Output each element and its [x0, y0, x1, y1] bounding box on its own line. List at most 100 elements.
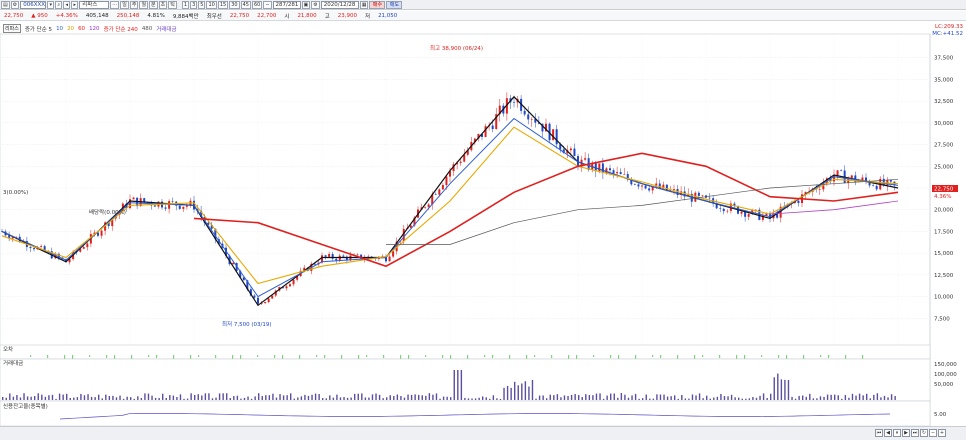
volume-bar — [471, 398, 473, 400]
pane2-bar — [215, 355, 217, 358]
period-week-button[interactable]: 주 — [129, 0, 139, 9]
next-stock-icon[interactable]: ▸ — [71, 0, 79, 9]
prev-icon[interactable]: ◀ — [884, 429, 892, 437]
candle-body — [424, 207, 427, 208]
sell-button[interactable]: 매도 — [386, 0, 403, 9]
candle-body — [694, 192, 697, 202]
count-field[interactable]: 287/281 — [272, 0, 301, 9]
period-minute-button[interactable]: 분 — [149, 0, 158, 9]
prev-stock-icon[interactable]: ◂ — [63, 0, 71, 9]
candle-body — [722, 208, 725, 212]
pane2-bar — [484, 355, 486, 357]
stock-name-field[interactable]: 리파스 — [79, 0, 110, 9]
best-ask: 22,750 — [229, 12, 250, 19]
last-icon[interactable]: ⏭ — [911, 429, 919, 437]
volume-bar — [94, 397, 96, 400]
candle-body — [527, 114, 530, 120]
volume-bar — [211, 398, 214, 400]
pane2-bar — [677, 355, 679, 359]
lookup-icon[interactable]: ⋯ — [110, 0, 120, 9]
volume-bar — [702, 398, 704, 400]
volume-bar — [755, 397, 758, 400]
price-change: ▲ 950 — [31, 12, 48, 19]
volume-tick-label: 150,000 — [934, 362, 957, 368]
pane2-bar — [282, 355, 284, 359]
dropdown-icon[interactable]: ▾ — [47, 0, 55, 9]
volume-bar — [307, 395, 310, 400]
volume-bar — [130, 397, 132, 400]
next-icon[interactable]: ▶ — [902, 429, 910, 437]
volume-bar — [876, 393, 879, 400]
minute-3-button[interactable]: 3 — [190, 0, 198, 9]
pane2-bar — [30, 355, 32, 357]
candle-body — [33, 248, 35, 250]
volume-bar — [883, 395, 886, 400]
zoom-in-icon[interactable]: + — [938, 429, 946, 437]
buy-button[interactable]: 매수 — [369, 0, 386, 9]
minute-45-button[interactable]: 45 — [240, 0, 251, 9]
volume-bar — [570, 394, 573, 400]
pane2-bar — [736, 355, 738, 359]
first-icon[interactable]: ⏮ — [875, 429, 883, 437]
calendar-icon[interactable]: ▦ — [359, 0, 369, 9]
minute-30-button[interactable]: 30 — [229, 0, 240, 9]
volume-bar — [58, 393, 61, 400]
menu-icon[interactable]: ▤ — [1, 0, 10, 9]
volume-bar — [158, 397, 160, 400]
pane2-bar — [778, 355, 780, 358]
candle-body — [29, 247, 32, 249]
volume-bar — [183, 398, 185, 400]
pause-icon[interactable]: ⏸ — [893, 429, 901, 437]
candle-body — [40, 246, 43, 247]
volume-bar — [421, 395, 423, 400]
refresh-icon[interactable]: ↻ — [920, 429, 928, 437]
pane2-frame — [0, 344, 931, 360]
pane2-label: 오차 — [3, 347, 14, 353]
y-tick-label: 12,500 — [934, 273, 954, 279]
period-tick-button[interactable]: 틱 — [168, 0, 177, 9]
price-chart[interactable]: 7,50010,00012,50015,00017,50020,00022,50… — [0, 22, 966, 440]
volume-bar — [752, 397, 754, 400]
stepper-minus-icon[interactable]: − — [263, 0, 272, 9]
volume-bar — [759, 395, 761, 400]
volume-bar — [489, 398, 491, 400]
candle-body — [726, 210, 729, 212]
high-prefix: 고 — [324, 13, 330, 20]
volume-bar — [375, 393, 377, 400]
search-icon[interactable]: ⌕ — [55, 0, 63, 9]
volume-bar — [450, 397, 452, 400]
quote-bar: 22,750 ▲ 950 +4.36% 405,148 250,148 4.81… — [0, 11, 966, 21]
volume-bar — [506, 385, 509, 400]
minute-15-button[interactable]: 15 — [217, 0, 229, 9]
volume-bar — [713, 397, 715, 400]
stock-code-input[interactable]: 006XXX — [20, 0, 47, 9]
minute-60-button[interactable]: 60 — [251, 0, 263, 9]
candle-body — [865, 177, 867, 181]
volume-bar — [499, 398, 502, 400]
lock-icon[interactable]: ▣ — [301, 0, 311, 9]
volume-bar — [542, 395, 544, 400]
date-field[interactable]: 2020/12/28 — [320, 0, 359, 9]
volume-bar — [140, 397, 143, 400]
volume-bar — [222, 393, 224, 400]
minute-5-button[interactable]: 5 — [198, 0, 206, 9]
gear-icon[interactable]: ⚙ — [311, 0, 320, 9]
volume-bar — [645, 394, 647, 400]
minute-1-button[interactable]: 1 — [181, 0, 190, 9]
volume-bar — [634, 393, 637, 400]
period-month-button[interactable]: 월 — [139, 0, 149, 9]
zoom-out-icon[interactable]: − — [929, 429, 937, 437]
candle-body — [513, 102, 515, 103]
period-day-button[interactable]: 일 — [120, 0, 129, 9]
candle-body — [623, 174, 626, 175]
period-second-button[interactable]: 초 — [158, 0, 168, 9]
volume-bar — [5, 397, 7, 400]
volume-bar — [517, 385, 519, 400]
minute-10-button[interactable]: 10 — [206, 0, 217, 9]
price-tag: 22,750 — [934, 187, 954, 193]
pane2-bar — [232, 355, 234, 359]
settings-icon[interactable]: ⚙ — [10, 0, 20, 9]
volume-tick-label: 100,000 — [934, 372, 957, 378]
candle-body — [641, 185, 643, 187]
volume-bar — [474, 398, 477, 400]
